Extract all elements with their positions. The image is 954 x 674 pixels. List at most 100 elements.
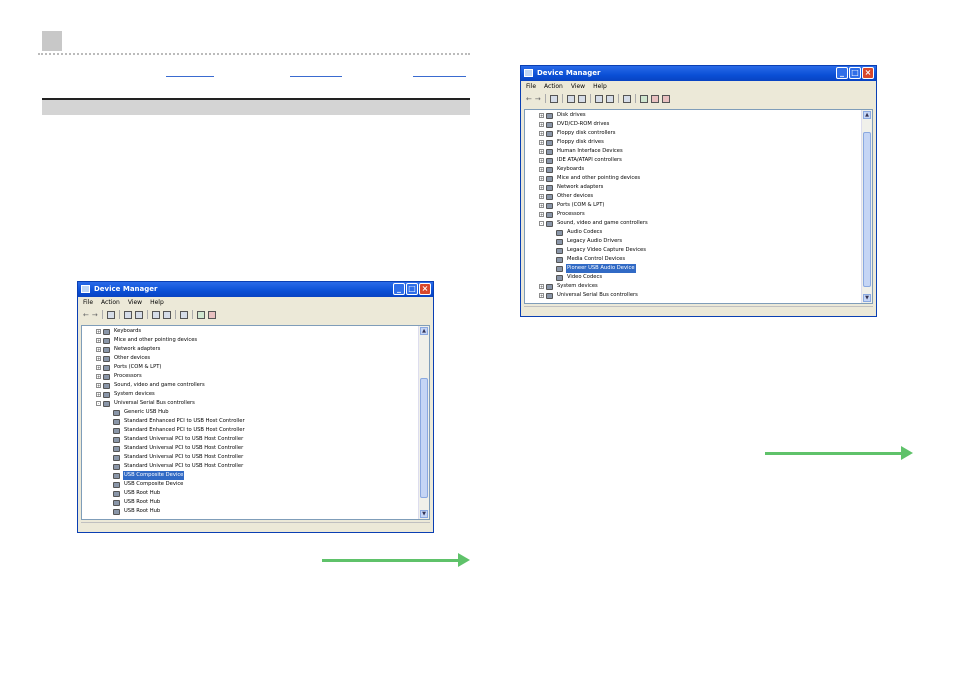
expand-icon[interactable]: + bbox=[539, 293, 544, 298]
tree-category[interactable]: + Ports (COM & LPT) bbox=[96, 363, 246, 372]
maximize-button[interactable]: □ bbox=[406, 283, 418, 295]
tree-category[interactable]: + DVD/CD-ROM drives bbox=[539, 120, 649, 129]
tree-category[interactable]: + Other devices bbox=[539, 192, 649, 201]
tree-category[interactable]: + Mice and other pointing devices bbox=[96, 336, 246, 345]
properties-icon[interactable] bbox=[549, 94, 558, 103]
collapse-icon[interactable]: - bbox=[96, 401, 101, 406]
tree-device[interactable]: Audio Codecs bbox=[539, 228, 649, 237]
forward-arrow-icon[interactable]: → bbox=[92, 311, 98, 319]
tree-category[interactable]: + System devices bbox=[96, 390, 246, 399]
close-button[interactable]: × bbox=[419, 283, 431, 295]
menu-action[interactable]: Action bbox=[544, 82, 563, 92]
nav-link-2[interactable] bbox=[290, 76, 342, 77]
scroll-up-button[interactable]: ▲ bbox=[863, 111, 871, 119]
tree-device[interactable]: USB Root Hub bbox=[96, 507, 246, 516]
menu-view[interactable]: View bbox=[128, 298, 142, 308]
tree-device[interactable]: Generic USB Hub bbox=[96, 408, 246, 417]
maximize-button[interactable]: □ bbox=[849, 67, 861, 79]
tree-device[interactable]: Standard Universal PCI to USB Host Contr… bbox=[96, 444, 246, 453]
tree-category[interactable]: + Floppy disk drives bbox=[539, 138, 649, 147]
computer-icon[interactable] bbox=[566, 94, 575, 103]
expand-icon[interactable]: + bbox=[96, 329, 101, 334]
tree-category[interactable]: + IDE ATA/ATAPI controllers bbox=[539, 156, 649, 165]
tree-category[interactable]: + Processors bbox=[96, 372, 246, 381]
next-arrow-right[interactable] bbox=[765, 446, 913, 460]
expand-icon[interactable]: + bbox=[539, 149, 544, 154]
print-icon[interactable] bbox=[577, 94, 586, 103]
minimize-button[interactable]: _ bbox=[836, 67, 848, 79]
tree-device[interactable]: Standard Universal PCI to USB Host Contr… bbox=[96, 435, 246, 444]
expand-icon[interactable]: + bbox=[539, 131, 544, 136]
title-bar[interactable]: Device Manager _ □ × bbox=[78, 282, 433, 297]
tree-category[interactable]: + Other devices bbox=[96, 354, 246, 363]
disable-icon[interactable] bbox=[661, 94, 670, 103]
expand-icon[interactable]: + bbox=[539, 113, 544, 118]
nav-link-3[interactable] bbox=[413, 76, 466, 77]
expand-icon[interactable]: + bbox=[96, 392, 101, 397]
uninstall-icon[interactable] bbox=[650, 94, 659, 103]
tree-category[interactable]: + Disk drives bbox=[539, 111, 649, 120]
back-arrow-icon[interactable]: ← bbox=[526, 95, 532, 103]
update-driver-icon[interactable] bbox=[639, 94, 648, 103]
tree-device[interactable]: Video Codecs bbox=[539, 273, 649, 282]
tree-device[interactable]: Standard Universal PCI to USB Host Contr… bbox=[96, 462, 246, 471]
tree-category[interactable]: + Keyboards bbox=[96, 327, 246, 336]
expand-icon[interactable]: + bbox=[539, 140, 544, 145]
expand-icon[interactable]: + bbox=[539, 203, 544, 208]
expand-icon[interactable]: + bbox=[539, 212, 544, 217]
expand-icon[interactable]: + bbox=[96, 347, 101, 352]
tree-category[interactable]: + Floppy disk controllers bbox=[539, 129, 649, 138]
collapse-icon[interactable]: - bbox=[539, 221, 544, 226]
tree-device[interactable]: Standard Enhanced PCI to USB Host Contro… bbox=[96, 417, 246, 426]
tree-category[interactable]: + Network adapters bbox=[539, 183, 649, 192]
menu-file[interactable]: File bbox=[526, 82, 536, 92]
minimize-button[interactable]: _ bbox=[393, 283, 405, 295]
expand-icon[interactable]: + bbox=[96, 374, 101, 379]
expand-icon[interactable]: + bbox=[539, 167, 544, 172]
expand-icon[interactable]: + bbox=[539, 185, 544, 190]
tree-category[interactable]: + Sound, video and game controllers bbox=[96, 381, 246, 390]
expand-icon[interactable]: + bbox=[96, 383, 101, 388]
menu-file[interactable]: File bbox=[83, 298, 93, 308]
tree-device[interactable]: USB Composite Device bbox=[96, 480, 246, 489]
tree-category[interactable]: + Universal Serial Bus controllers bbox=[539, 291, 649, 300]
vertical-scrollbar[interactable]: ▲ ▼ bbox=[861, 110, 872, 303]
scroll-up-button[interactable]: ▲ bbox=[420, 327, 428, 335]
menu-help[interactable]: Help bbox=[593, 82, 607, 92]
tree-device[interactable]: Legacy Audio Drivers bbox=[539, 237, 649, 246]
computer-icon[interactable] bbox=[123, 310, 132, 319]
tree-category[interactable]: + Network adapters bbox=[96, 345, 246, 354]
expand-icon[interactable]: + bbox=[539, 122, 544, 127]
scroll-thumb[interactable] bbox=[420, 378, 428, 498]
help-icon[interactable] bbox=[594, 94, 603, 103]
tree-category[interactable]: + Human Interface Devices bbox=[539, 147, 649, 156]
tree-device[interactable]: USB Composite Device bbox=[96, 471, 246, 480]
print-icon[interactable] bbox=[134, 310, 143, 319]
tree-device[interactable]: Standard Universal PCI to USB Host Contr… bbox=[96, 453, 246, 462]
vertical-scrollbar[interactable]: ▲ ▼ bbox=[418, 326, 429, 519]
expand-icon[interactable]: + bbox=[539, 158, 544, 163]
expand-icon[interactable]: + bbox=[96, 356, 101, 361]
next-arrow-left[interactable] bbox=[322, 553, 470, 567]
scroll-down-button[interactable]: ▼ bbox=[863, 294, 871, 302]
tree-category[interactable]: + Keyboards bbox=[539, 165, 649, 174]
tree-category[interactable]: + System devices bbox=[539, 282, 649, 291]
scan-hardware-icon[interactable] bbox=[179, 310, 188, 319]
expand-icon[interactable]: + bbox=[539, 194, 544, 199]
forward-arrow-icon[interactable]: → bbox=[535, 95, 541, 103]
tree-device[interactable]: Media Control Devices bbox=[539, 255, 649, 264]
expand-icon[interactable]: + bbox=[539, 284, 544, 289]
menu-action[interactable]: Action bbox=[101, 298, 120, 308]
close-button[interactable]: × bbox=[862, 67, 874, 79]
help-icon[interactable] bbox=[151, 310, 160, 319]
scroll-thumb[interactable] bbox=[863, 132, 871, 287]
tree-device[interactable]: Pioneer USB Audio Device bbox=[539, 264, 649, 273]
scroll-down-button[interactable]: ▼ bbox=[420, 510, 428, 518]
scan-hardware-icon[interactable] bbox=[622, 94, 631, 103]
view-icon[interactable] bbox=[605, 94, 614, 103]
tree-device[interactable]: USB Root Hub bbox=[96, 489, 246, 498]
tree-category[interactable]: + Ports (COM & LPT) bbox=[539, 201, 649, 210]
menu-help[interactable]: Help bbox=[150, 298, 164, 308]
uninstall-icon[interactable] bbox=[207, 310, 216, 319]
tree-category[interactable]: + Mice and other pointing devices bbox=[539, 174, 649, 183]
